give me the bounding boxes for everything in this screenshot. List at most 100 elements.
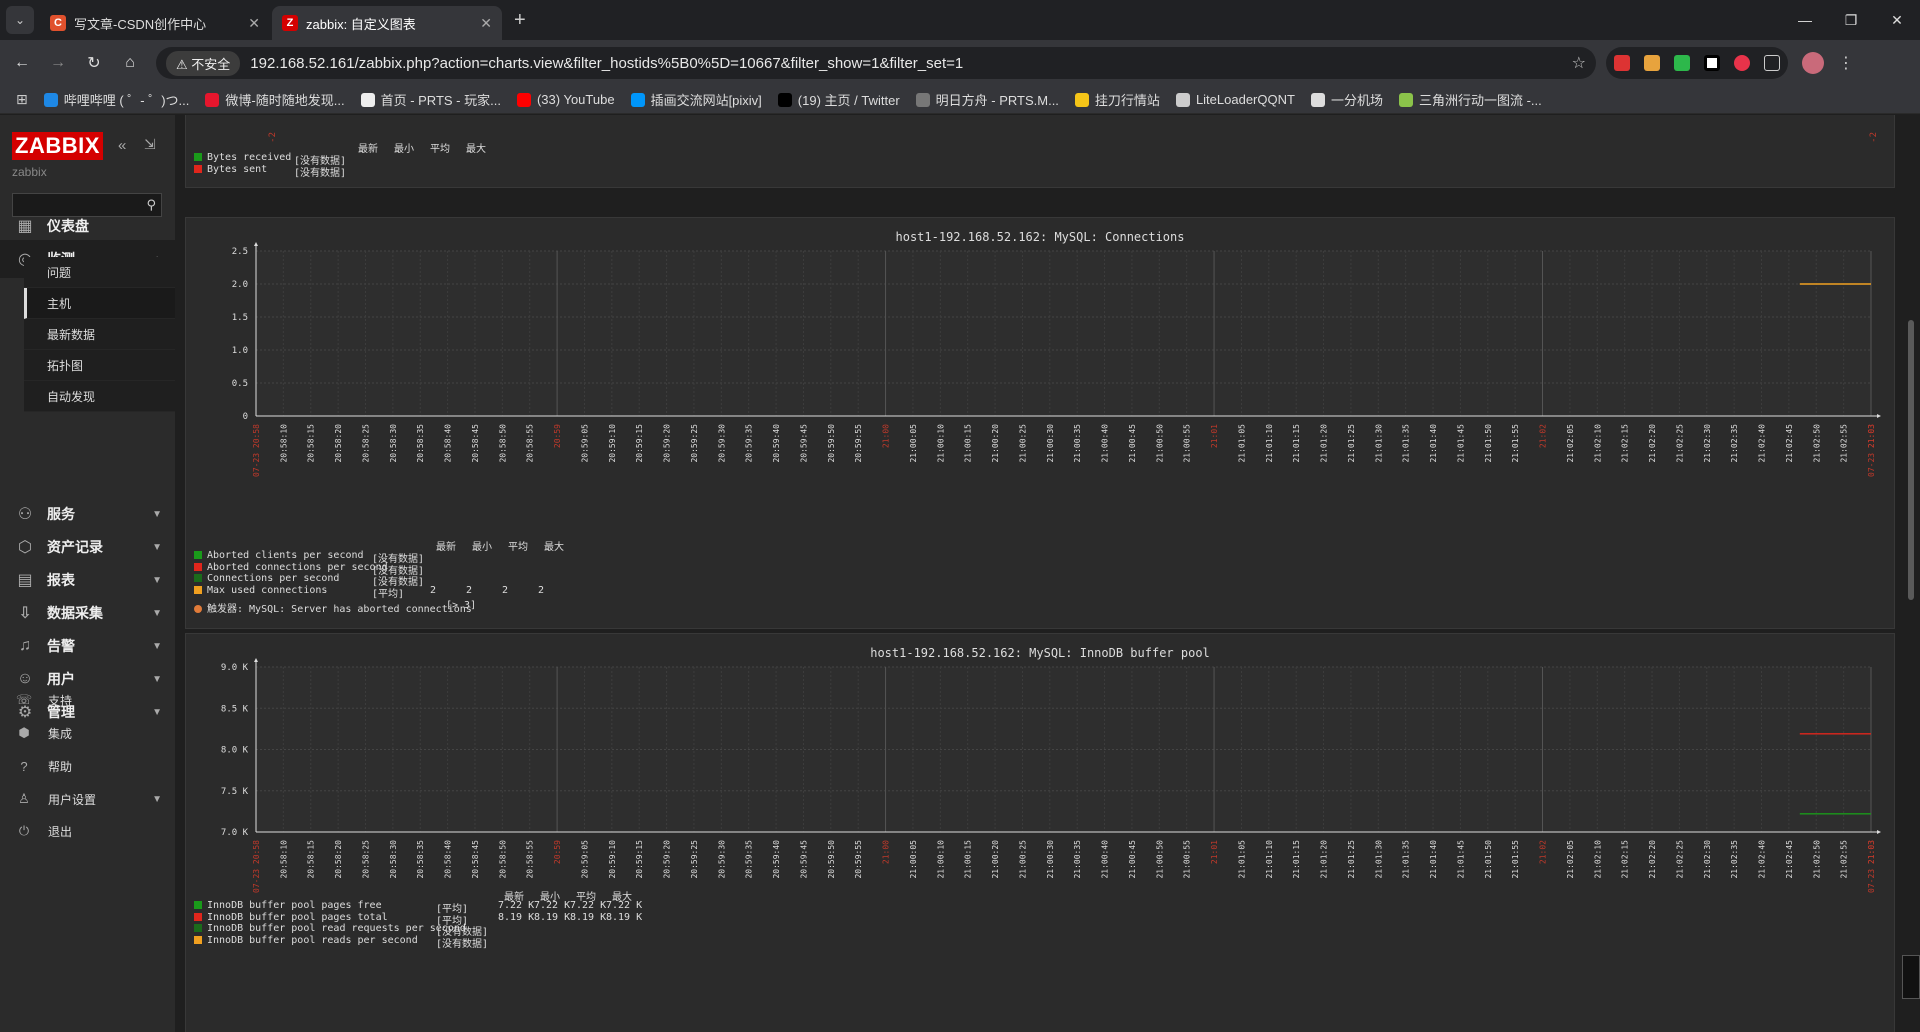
extension-shield-icon[interactable] <box>1674 55 1690 71</box>
minimize-icon[interactable]: — <box>1782 0 1828 40</box>
legend-item-name: Connections per second <box>207 573 340 584</box>
legend-item-name: InnoDB buffer pool pages total <box>207 911 388 923</box>
address-bar[interactable]: ⚠ 不安全 192.168.52.161/zabbix.php?action=c… <box>156 47 1596 79</box>
browser-tab[interactable]: C 写文章-CSDN创作中心 ✕ <box>40 6 270 40</box>
extension-icon[interactable] <box>1704 55 1720 71</box>
legend-header: 平均 <box>430 144 450 155</box>
tab-favicon-icon: Z <box>282 15 298 31</box>
submenu-item[interactable]: 问题 <box>24 257 175 288</box>
sidebar-item-support[interactable]: ☏ 支持 <box>0 685 175 715</box>
extension-icon[interactable] <box>1614 55 1630 71</box>
bookmark-item[interactable]: (19) 主页 / Twitter <box>777 90 900 109</box>
y-tick-label: 0 <box>243 412 248 422</box>
new-tab-button[interactable]: + <box>514 9 526 32</box>
scrollbar-thumb[interactable] <box>1908 320 1914 600</box>
browser-menu-icon[interactable]: ⋮ <box>1838 53 1854 73</box>
legend-value: 8.19 K <box>570 911 607 923</box>
x-tick-label: 20:59:40 <box>772 424 781 463</box>
bookmark-favicon-icon <box>1175 92 1190 107</box>
x-tick-label: 21:02:45 <box>1785 424 1794 463</box>
x-tick-label: 21:01:05 <box>1237 424 1246 463</box>
browser-tab-bar: ⌄ C 写文章-CSDN创作中心 ✕ Zzabbix: 自定义图表 ✕ + — ❐ ✕ <box>0 0 1920 40</box>
close-window-icon[interactable]: ✕ <box>1874 0 1920 40</box>
bookmark-favicon-icon <box>630 92 645 107</box>
x-tick-label: 20:59 <box>553 840 562 864</box>
tab-close-icon[interactable]: ✕ <box>480 15 492 32</box>
bookmark-item[interactable]: 三角洲行动一图流 -... <box>1398 90 1542 109</box>
legend-row: InnoDB buffer pool pages free <box>194 900 382 911</box>
sidebar-item-label: 帮助 <box>48 759 73 774</box>
back-icon[interactable]: ← <box>8 49 36 77</box>
extensions-puzzle-icon[interactable] <box>1764 55 1780 71</box>
forward-icon[interactable]: → <box>44 49 72 77</box>
legend-row: InnoDB buffer pool pages total <box>194 912 388 923</box>
x-tick-label: 21:01:15 <box>1292 840 1301 879</box>
x-tick-label: 20:58:35 <box>416 424 425 463</box>
x-tick-label: 21:02:55 <box>1840 840 1849 879</box>
legend-color-swatch <box>194 164 202 173</box>
profile-avatar[interactable] <box>1802 52 1824 74</box>
x-tick-label: 21:01:20 <box>1320 840 1329 879</box>
submenu-item[interactable]: 自动发现 <box>24 381 175 412</box>
submenu-item[interactable]: 主机 <box>24 288 175 319</box>
page-scrollbar[interactable] <box>1902 115 1920 1032</box>
x-end-label: 07-23 21:03 <box>1867 840 1876 893</box>
submenu-item[interactable]: 最新数据 <box>24 319 175 350</box>
y-tick-label: 8.5 K <box>221 704 249 714</box>
bookmark-item[interactable]: (33) YouTube <box>516 90 615 109</box>
bookmark-star-icon[interactable]: ☆ <box>1572 53 1586 73</box>
x-tick-label: 20:59:05 <box>580 840 589 879</box>
extension-icon[interactable] <box>1734 55 1750 71</box>
insecure-badge[interactable]: ⚠ 不安全 <box>166 50 241 76</box>
x-tick-label: 21:02:10 <box>1593 840 1602 879</box>
sidebar-item-help[interactable]: ? 帮助 <box>0 751 175 781</box>
legend-value: 8.19 K <box>534 911 571 923</box>
chevron-down-icon: ▼ <box>152 640 162 652</box>
sidebar-item-integrations[interactable]: ⬢ 集成 <box>0 718 175 748</box>
x-tick-label: 21:02:30 <box>1703 424 1712 463</box>
x-tick-label: 21:02:25 <box>1675 424 1684 463</box>
zabbix-logo[interactable]: ZABBIX <box>12 132 103 160</box>
x-tick-label: 20:58:45 <box>471 424 480 463</box>
restore-icon[interactable]: ❐ <box>1828 0 1874 40</box>
bookmark-item[interactable]: LiteLoaderQQNT <box>1175 90 1295 109</box>
bookmark-item[interactable]: 哔哩哔哩 ( ゜- ゜)つ... <box>43 90 189 109</box>
extension-icon[interactable] <box>1644 55 1660 71</box>
bookmark-item[interactable]: 一分机场 <box>1310 90 1383 109</box>
x-tick-label: 21:02:55 <box>1840 424 1849 463</box>
sidebar-item-sign-out[interactable]: ⏻ 退出 <box>0 816 175 846</box>
bookmark-item[interactable]: 挂刀行情站 <box>1074 90 1160 109</box>
user-settings-icon: ♙ <box>18 791 30 806</box>
x-tick-label: 21:01:30 <box>1374 840 1383 879</box>
bookmark-item[interactable]: 首页 - PRTS - 玩家... <box>360 90 501 109</box>
url-text[interactable]: 192.168.52.161/zabbix.php?action=charts.… <box>250 55 1571 72</box>
x-tick-label: 20:58:50 <box>498 840 507 879</box>
x-tick-label: 21:02:30 <box>1703 840 1712 879</box>
bookmark-favicon-icon <box>43 92 58 107</box>
collapse-sidebar-icon[interactable]: « <box>118 137 126 154</box>
x-tick-label: 21:00:25 <box>1018 840 1027 879</box>
apps-grid-icon[interactable]: ⊞ <box>16 91 28 108</box>
tab-search-icon[interactable]: ⌄ <box>6 6 34 34</box>
x-tick-label: 21:00:05 <box>909 840 918 879</box>
bookmark-item[interactable]: 明日方舟 - PRTS.M... <box>915 90 1059 109</box>
bookmark-favicon-icon <box>205 92 220 107</box>
x-tick-label: 21:02:45 <box>1785 840 1794 879</box>
x-tick-label: 21:01:35 <box>1402 424 1411 463</box>
legend-value: 2 <box>538 584 545 596</box>
x-tick-label: 21:02:40 <box>1758 424 1767 463</box>
kiosk-mode-icon[interactable]: ⇲ <box>144 136 156 153</box>
bookmark-favicon-icon <box>516 92 531 107</box>
bookmark-item[interactable]: 微博-随时随地发现... <box>205 90 345 109</box>
bookmark-label: LiteLoaderQQNT <box>1195 92 1295 107</box>
home-icon[interactable]: ⌂ <box>116 49 144 77</box>
submenu-item[interactable]: 拓扑图 <box>24 350 175 381</box>
sidebar-item-label: 退出 <box>48 824 73 839</box>
reload-icon[interactable]: ↻ <box>80 49 108 77</box>
sidebar-item-user-settings[interactable]: ♙ 用户设置 ▼ <box>0 784 175 814</box>
x-tick-label: 21:01 <box>1210 424 1219 448</box>
side-panel-tab[interactable] <box>1902 955 1920 999</box>
browser-tab[interactable]: Zzabbix: 自定义图表 ✕ <box>272 6 502 40</box>
bookmark-item[interactable]: 插画交流网站[pixiv] <box>630 90 762 109</box>
tab-close-icon[interactable]: ✕ <box>248 15 260 32</box>
